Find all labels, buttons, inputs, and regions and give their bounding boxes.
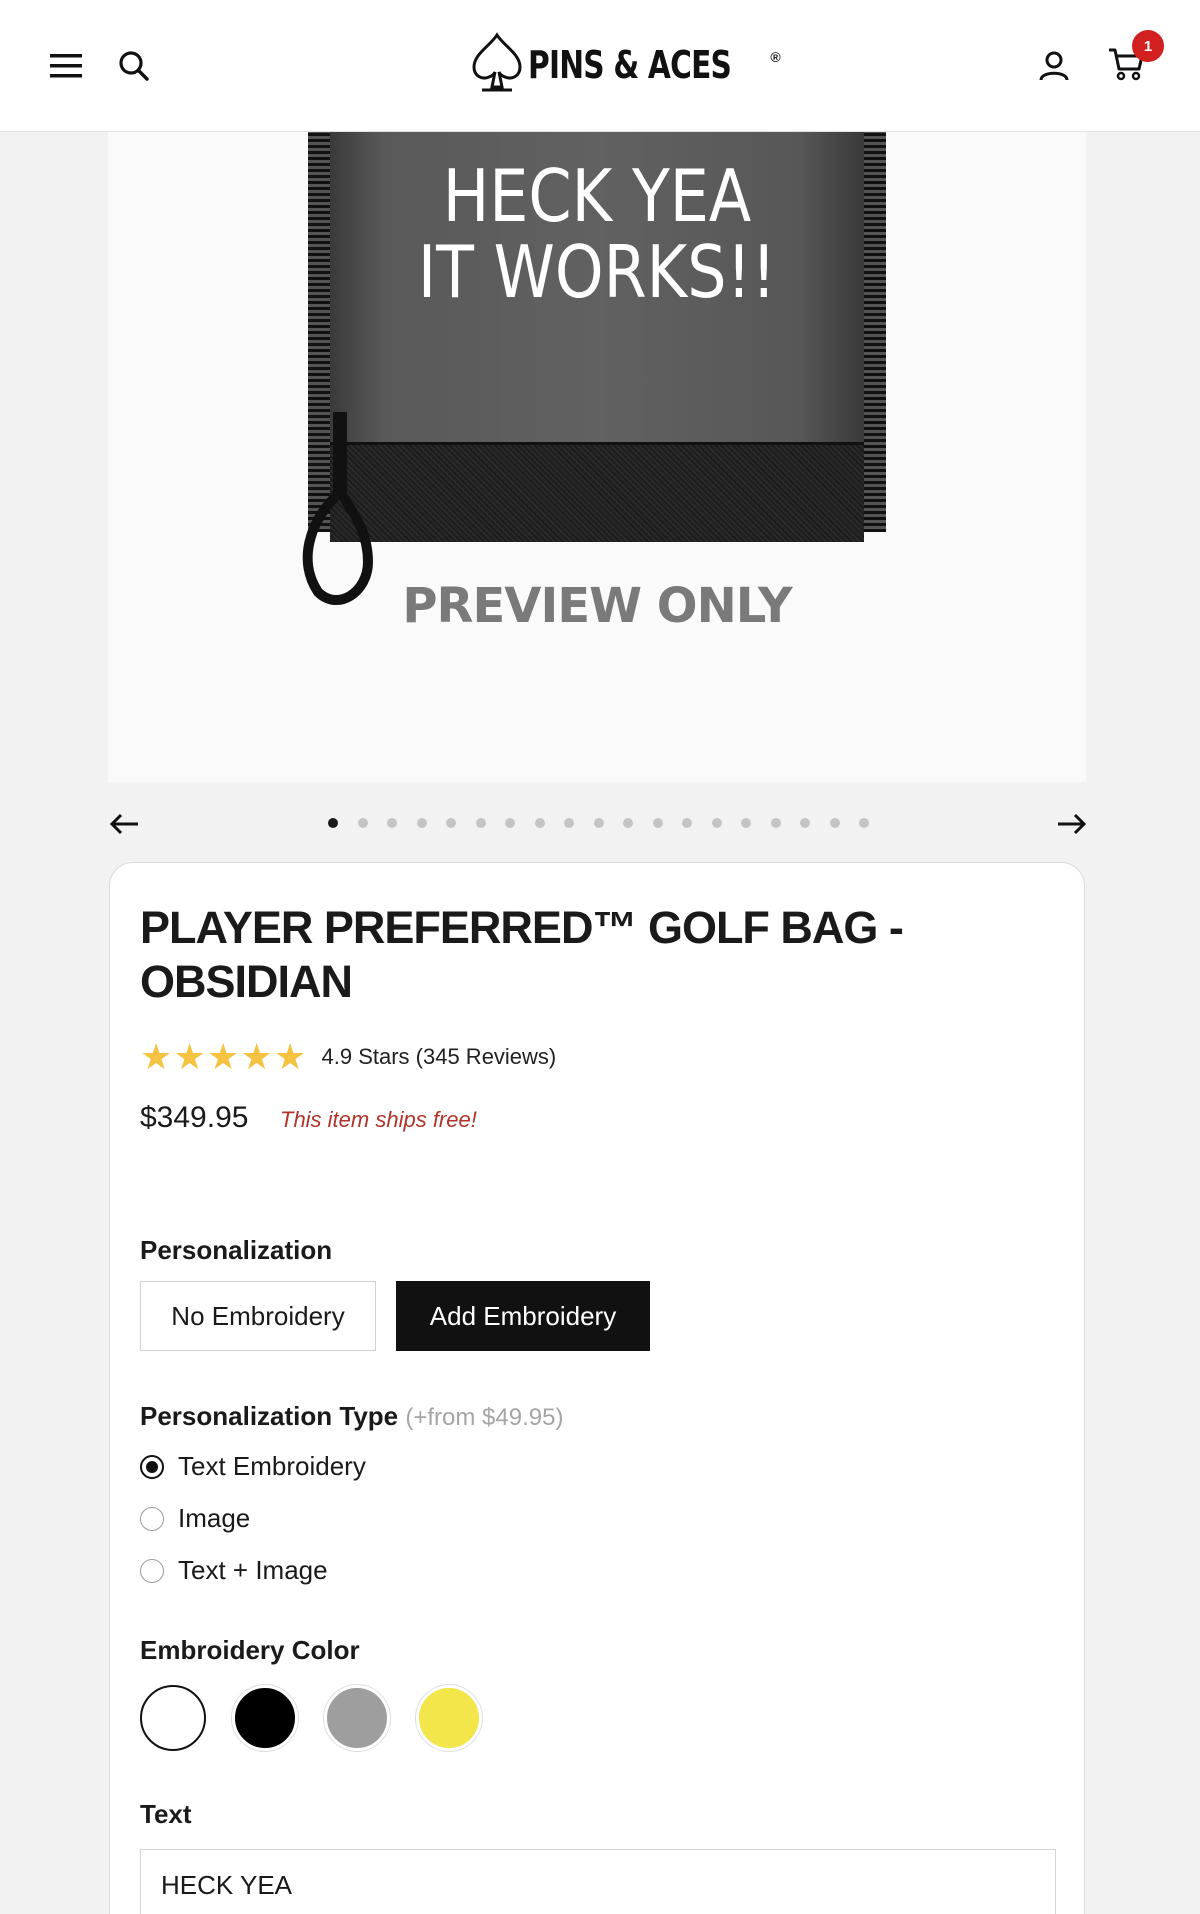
carousel-dot[interactable] [652,818,663,828]
carousel-dot[interactable] [564,818,574,828]
personalization-type-title: Personalization Type [140,1401,399,1431]
site-header: PINS & ACES ® 1 [0,0,1200,132]
add-embroidery-button[interactable]: Add Embroidery [396,1281,650,1351]
personalization-type-price: (+from $49.95) [405,1404,564,1431]
spade-logo-icon [470,31,524,99]
radio-label: Image [178,1503,251,1533]
carousel-dot[interactable] [711,818,722,828]
carousel-dot[interactable] [475,818,486,828]
product-rating[interactable]: ★ ★ ★ ★ ★ 4.9 Stars (345 Reviews) [140,1039,556,1075]
carousel-dot[interactable] [682,818,692,828]
brand-logo[interactable]: PINS & ACES ® [470,30,781,100]
carousel-dot[interactable] [387,818,397,828]
radio-text-embroidery[interactable]: Text Embroidery [140,1451,366,1482]
radio-button[interactable] [140,1506,164,1531]
carousel-dot[interactable] [446,818,456,828]
star-icon: ★ [173,1036,206,1077]
color-swatch-yellow[interactable] [416,1685,482,1751]
prev-image-button[interactable] [100,800,148,848]
carousel-dot[interactable] [623,818,633,828]
no-embroidery-button[interactable]: No Embroidery [140,1281,376,1351]
carousel-dot[interactable] [829,818,840,828]
color-swatch-gray[interactable] [324,1685,390,1751]
radio-image[interactable]: Image [140,1503,250,1534]
menu-icon[interactable] [36,36,96,96]
embroidery-preview-line2: IT WORKS!! [417,230,777,314]
carousel-dot[interactable] [328,818,338,828]
preview-watermark: PREVIEW ONLY [402,578,792,634]
radio-label: Text Embroidery [178,1451,366,1481]
product-image[interactable]: HECK YEA IT WORKS!! PREVIEW ONLY [108,132,1086,782]
rating-text: 4.9 Stars (345 Reviews) [321,1044,557,1069]
radio-button-checked[interactable] [140,1454,164,1479]
product-price: $349.95 [140,1101,249,1134]
carousel-dot[interactable] [593,818,604,828]
star-icon: ★ [207,1036,240,1077]
zipper-right [864,132,886,532]
carousel-dot[interactable] [416,818,427,828]
velcro-strip [330,442,864,542]
radio-button[interactable] [140,1558,164,1583]
arrow-left-icon [109,813,138,835]
search-icon[interactable] [104,36,164,96]
bag-pocket-illustration: HECK YEA IT WORKS!! [302,132,886,605]
carousel-dot[interactable] [534,818,545,828]
carousel-dot[interactable] [505,818,515,828]
embroidery-preview-line1: HECK YEA [442,154,752,238]
next-image-button[interactable] [1048,800,1096,848]
text-field-label: Text [140,1799,192,1829]
color-swatch-black[interactable] [232,1685,298,1751]
radio-text-plus-image[interactable]: Text + Image [140,1555,328,1586]
carousel-dots [328,818,869,828]
cart-count-badge: 1 [1132,30,1164,62]
arrow-right-icon [1058,813,1087,835]
personalization-label: Personalization [140,1235,333,1265]
carousel-dot[interactable] [800,818,810,828]
logo-text: PINS & ACES [528,43,732,87]
star-icon: ★ [274,1036,307,1077]
cart-button[interactable]: 1 [1096,30,1164,96]
account-icon[interactable] [1024,36,1084,96]
product-title: PLAYER PREFERRED™ GOLF BAG - OBSIDIAN [140,902,904,1007]
product-info-card: PLAYER PREFERRED™ GOLF BAG - OBSIDIAN ★ … [109,862,1085,1914]
radio-label: Text + Image [178,1555,328,1585]
registered-mark: ® [770,49,781,65]
carousel-dot[interactable] [770,818,781,828]
personalization-type-label: Personalization Type (+from $49.95) [140,1401,563,1432]
carousel-dot[interactable] [741,818,751,828]
color-swatch-white[interactable] [140,1685,206,1751]
embroidery-color-label: Embroidery Color [140,1635,360,1665]
carousel-dot[interactable] [859,818,869,828]
star-icon: ★ [140,1036,173,1077]
free-shipping-note: This item ships free! [280,1107,477,1132]
carousel-dot[interactable] [357,818,368,828]
star-icon: ★ [240,1036,273,1077]
embroidery-text-input[interactable]: HECK YEA [140,1849,1056,1914]
